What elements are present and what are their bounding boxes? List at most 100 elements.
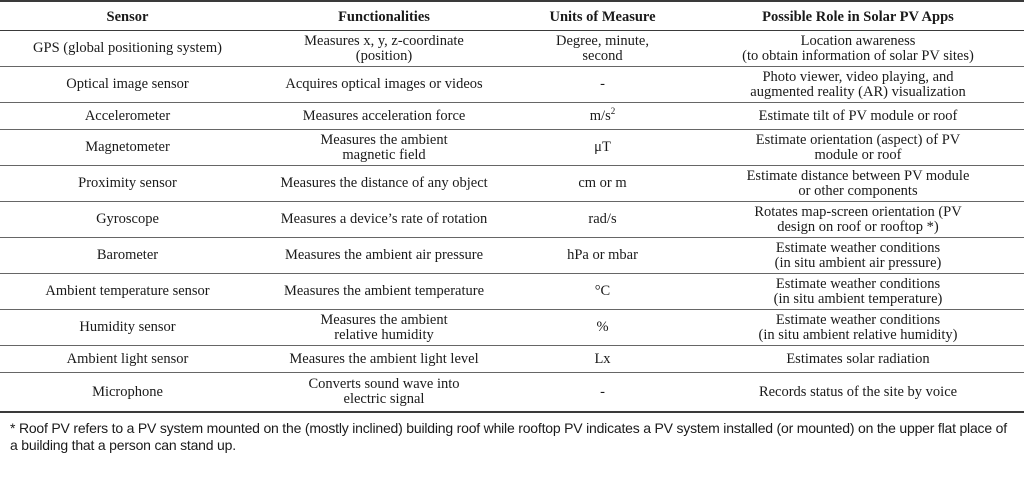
header-units: Units of Measure [513,0,692,31]
cell-line: hPa or mbar [567,247,638,263]
cell-line: Microphone [92,383,163,400]
cell-sensor: Proximity sensor [0,165,255,202]
cell-line: magnetic field [342,146,426,163]
cell-line: augmented reality (AR) visualization [750,83,966,100]
cell-sensor: Microphone [0,372,255,413]
cell-unit: °C [513,273,692,310]
table-row: GPS (global positioning system) Measures … [0,30,1024,67]
cell-line: Accelerometer [84,107,171,124]
cell-role: Estimate weather conditions (in situ ambi… [692,309,1024,346]
cell-line: Proximity sensor [78,175,177,191]
cell-line: Measures the ambient [320,131,448,148]
cell-unit: rad/s [513,201,692,238]
cell-line: module or roof [814,146,902,163]
cell-line: Estimate weather conditions [775,275,941,292]
table-row: Humidity sensor Measures the ambient relat… [0,309,1024,346]
cell-line: Magnetometer [85,139,170,155]
cell-sensor: Ambient temperature sensor [0,273,255,310]
unit-text: m/s [589,107,611,124]
cell-sensor: Barometer [0,237,255,274]
cell-line: Location awareness [800,32,916,49]
cell-line: (in situ ambient air pressure) [774,254,942,271]
cell-functionality: Converts sound wave into electric signal [255,372,513,413]
cell-functionality: Measures the ambient air pressure [255,237,513,274]
cell-sensor: Accelerometer [0,102,255,130]
cell-role: Estimate distance between PV module or ot… [692,165,1024,202]
cell-role: Estimate weather conditions (in situ ambi… [692,273,1024,310]
cell-line: Measures a device’s rate of rotation [280,211,488,227]
cell-line: Measures x, y, z-coordinate [304,32,464,49]
document: Sensor Functionalities Units of Measure … [0,0,1024,454]
cell-line: Records status of the site by voice [758,383,958,400]
cell-line: cm or m [578,175,627,191]
cell-functionality: Measures the distance of any object [255,165,513,202]
cell-line: Gyroscope [96,211,159,227]
cell-role: Records status of the site by voice [692,372,1024,413]
cell-role: Estimates solar radiation [692,345,1024,373]
cell-role: Estimate weather conditions (in situ ambi… [692,237,1024,274]
cell-line: Measures the ambient [320,311,448,328]
cell-unit: Degree, minute, second [513,30,692,67]
cell-functionality: Measures the ambient relative humidity [255,309,513,346]
table-row: Barometer Measures the ambient air pressu… [0,237,1024,274]
cell-unit: cm or m [513,165,692,202]
cell-line: (position) [355,47,413,64]
cell-role: Photo viewer, video playing, and augmente… [692,66,1024,103]
cell-line: (in situ ambient temperature) [773,290,943,307]
footnote: * Roof PV refers to a PV system mounted … [10,420,1007,453]
table-row: Optical image sensor Acquires optical ima… [0,66,1024,103]
cell-sensor: Optical image sensor [0,66,255,103]
cell-sensor: Humidity sensor [0,309,255,346]
cell-line: Estimate weather conditions [775,239,941,256]
cell-line: Estimate distance between PV module [746,167,970,184]
cell-line: Lx [594,350,611,367]
cell-unit: m/s2 [513,102,692,130]
cell-functionality: Measures a device’s rate of rotation [255,201,513,238]
cell-line: (to obtain information of solar PV sites… [742,47,974,64]
unit-superscript: 2 [610,105,616,116]
cell-unit: Lx [513,345,692,373]
header-functionalities: Functionalities [255,0,513,31]
cell-line: Measures acceleration force [302,107,466,124]
cell-line: - [600,383,605,400]
cell-role: Location awareness (to obtain information… [692,30,1024,67]
cell-unit: - [513,66,692,103]
cell-sensor: Gyroscope [0,201,255,238]
cell-line: Estimate tilt of PV module or roof [758,107,958,124]
cell-line: GPS (global positioning system) [33,40,222,56]
cell-sensor: Magnetometer [0,129,255,166]
cell-line: °C [594,283,611,299]
cell-role: Rotates map-screen orientation (PV design… [692,201,1024,238]
cell-role: Estimate tilt of PV module or roof [692,102,1024,130]
cell-line: % [596,319,609,335]
sensor-table: Sensor Functionalities Units of Measure … [0,0,1024,413]
cell-sensor: Ambient light sensor [0,345,255,373]
cell-line: Barometer [96,247,159,263]
cell-line: rad/s [588,211,617,227]
cell-line: Acquires optical images or videos [285,76,483,92]
cell-unit: - [513,372,692,413]
cell-line: relative humidity [334,326,434,343]
cell-role: Estimate orientation (aspect) of PV modul… [692,129,1024,166]
cell-line: second [582,47,623,64]
cell-unit: % [513,309,692,346]
table-row: Microphone Converts sound wave into electr… [0,372,1024,413]
cell-unit: μT [513,129,692,166]
table-header-row: Sensor Functionalities Units of Measure … [0,0,1024,31]
cell-functionality: Measures the ambient light level [255,345,513,373]
cell-unit: hPa or mbar [513,237,692,274]
table-row: Ambient light sensor Measures the ambient… [0,345,1024,373]
cell-line: Measures the ambient temperature [283,283,485,299]
header-role: Possible Role in Solar PV Apps [692,0,1024,31]
table-row: Accelerometer Measures acceleration force… [0,102,1024,130]
table-body: GPS (global positioning system) Measures … [0,30,1024,413]
table-row: Proximity sensor Measures the distance of… [0,165,1024,202]
cell-line: or other components [798,182,918,199]
cell-line: Converts sound wave into [308,376,460,392]
cell-line: Ambient light sensor [66,350,189,367]
cell-line: Measures the ambient air pressure [284,247,484,263]
cell-line: Measures the ambient light level [289,350,479,367]
cell-line: electric signal [343,391,425,407]
cell-functionality: Acquires optical images or videos [255,66,513,103]
table-row: Magnetometer Measures the ambient magnetic… [0,129,1024,166]
